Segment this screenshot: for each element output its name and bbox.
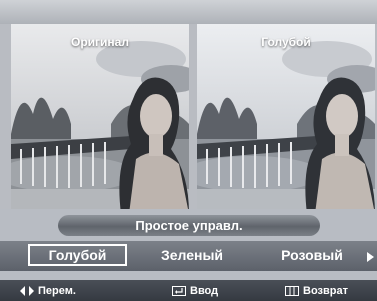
preview-blue: Голубой [197,24,375,214]
right-arrow-icon[interactable] [367,252,374,262]
preview-original-label: Оригинал [71,35,129,49]
option-green[interactable]: Зеленый [150,244,234,266]
help-return-label: Возврат [303,285,348,297]
option-blue[interactable]: Голубой [28,244,127,266]
enter-icon [172,286,186,297]
option-pink[interactable]: Розовый [270,244,354,266]
left-right-arrows-icon [20,286,34,297]
help-enter-label: Ввод [190,285,219,297]
preview-original: Оригинал [11,24,189,214]
preview-blue-image [197,24,375,214]
color-options-row: Голубой Зеленый Розовый [0,241,377,271]
mode-title-bar: Простое управл. [58,215,320,236]
return-icon [285,286,299,297]
top-bezel [0,0,377,24]
preview-original-image [11,24,189,214]
help-move: Перем. [20,284,76,298]
help-enter: Ввод [172,284,218,298]
preview-blue-label: Голубой [261,35,311,49]
help-return: Возврат [285,284,348,298]
menu-panel: Простое управл. Голубой Зеленый Розовый … [0,209,377,301]
help-move-label: Перем. [38,285,76,297]
tv-menu-screen: Оригинал Голубой Простое управл. Голубой… [0,0,377,301]
help-bar: Перем. Ввод Возврат [0,280,377,301]
